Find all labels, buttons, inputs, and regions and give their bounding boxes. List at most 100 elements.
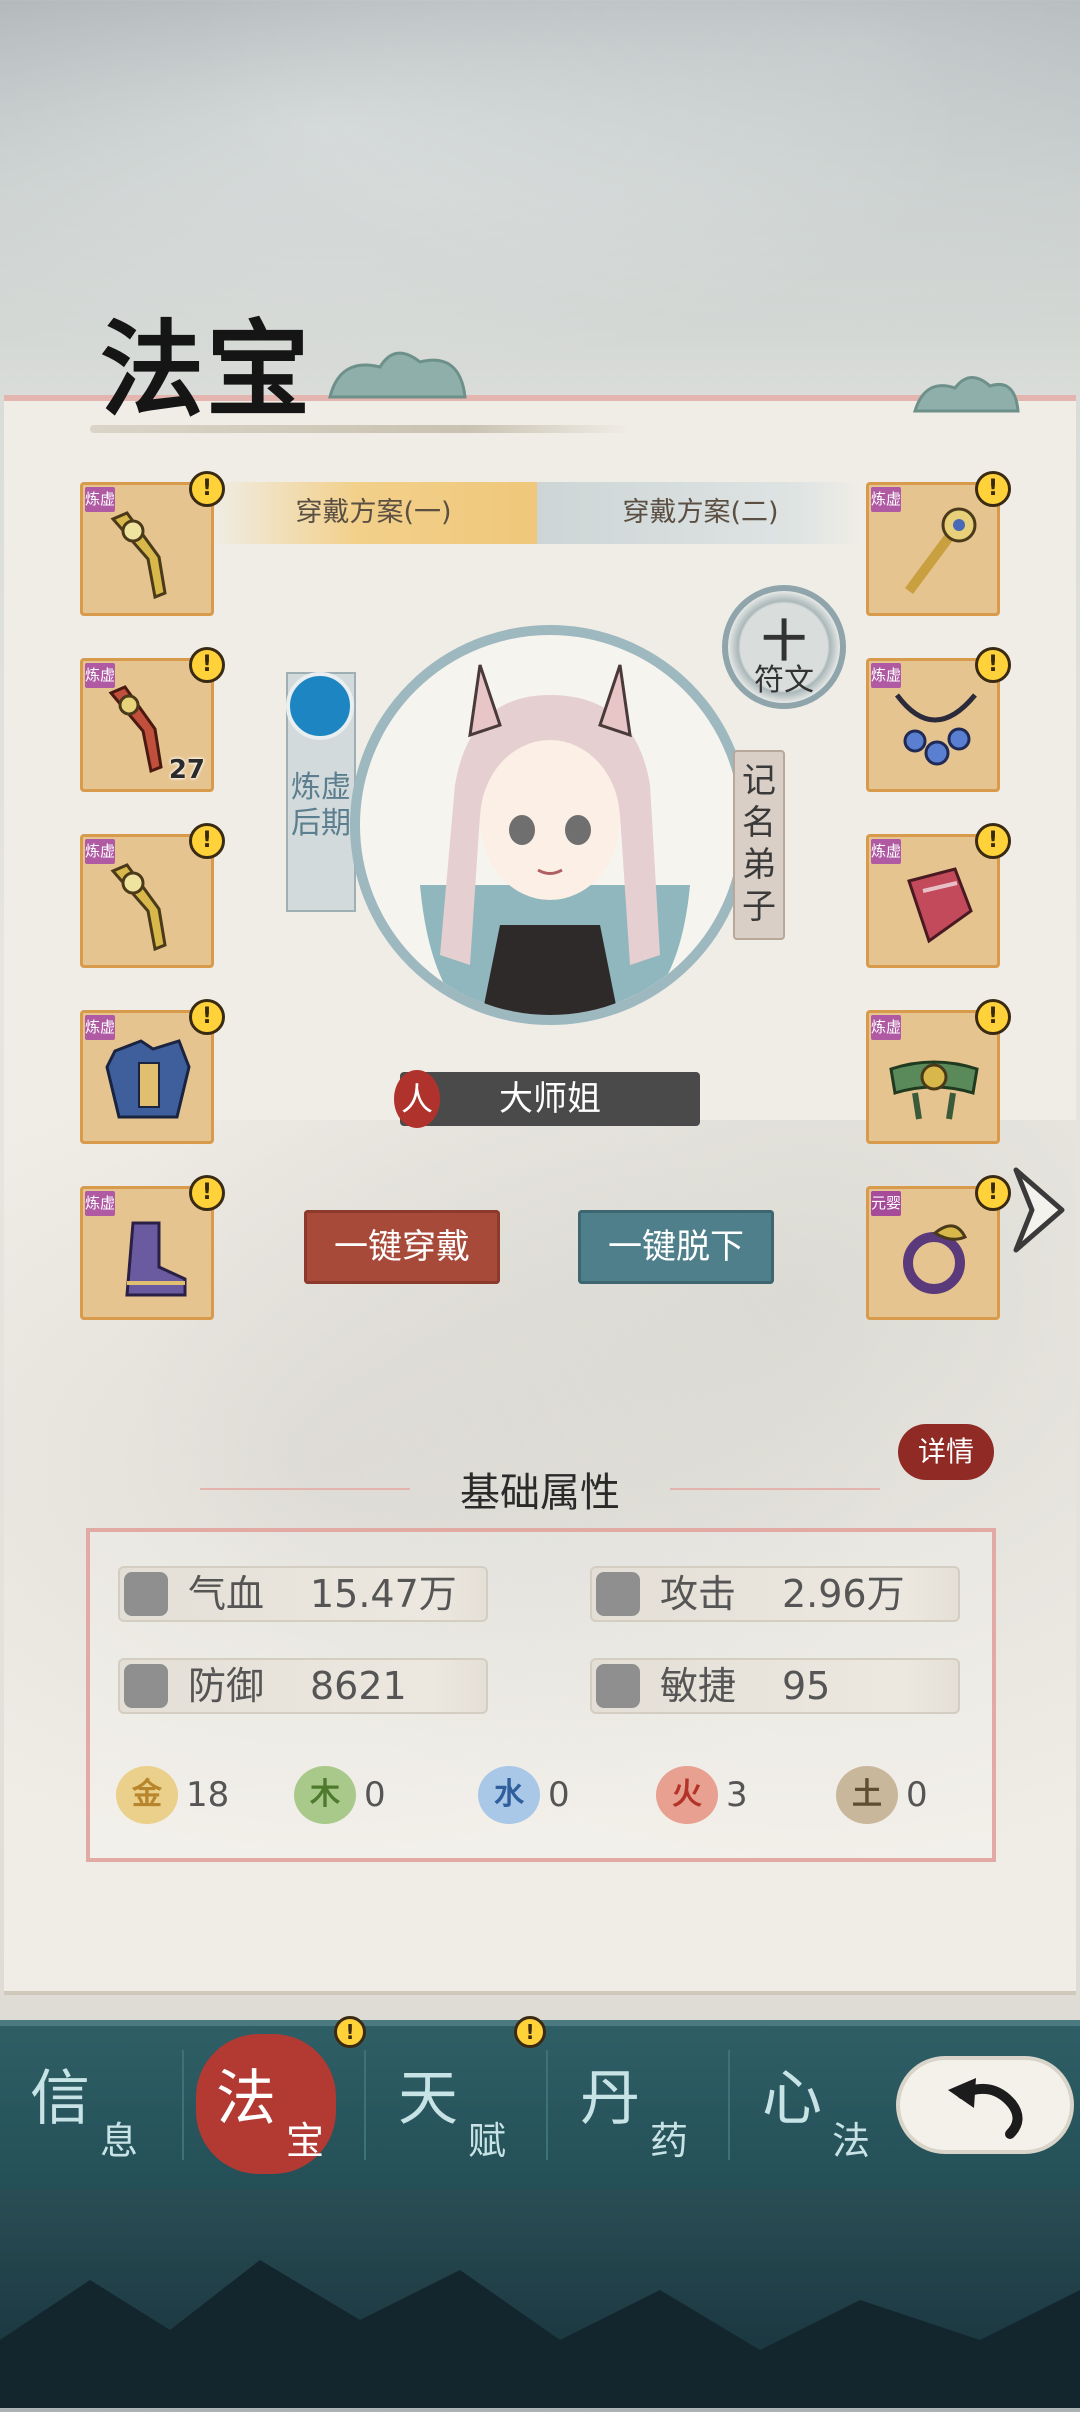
- stat-label: 攻击: [660, 1572, 737, 1616]
- wear-all-button[interactable]: 一键穿戴: [304, 1210, 500, 1284]
- stat-label: 气血: [188, 1572, 265, 1616]
- nav-label-big: 天: [398, 2064, 458, 2134]
- stat-attack: 攻击 2.96万: [590, 1566, 970, 1622]
- alert-icon: !: [189, 471, 225, 507]
- nav-divider: [364, 2050, 366, 2160]
- nav-label-small: 法: [832, 2119, 871, 2163]
- wind-icon: [596, 1664, 640, 1708]
- bracer-icon: [907, 867, 973, 944]
- character-portrait[interactable]: [350, 625, 750, 1025]
- stat-label: 敏捷: [660, 1664, 737, 1708]
- mountain-footer: [0, 2190, 1080, 2408]
- water-icon: 水: [478, 1766, 540, 1824]
- cloud-ornament-icon: [912, 376, 1020, 413]
- necklace-icon: [894, 693, 977, 766]
- equip-slot-necklace[interactable]: 炼虚 !: [866, 647, 1011, 792]
- alert-icon: !: [334, 2016, 366, 2048]
- stat-value: 8621: [310, 1664, 407, 1708]
- alert-icon: !: [189, 647, 225, 683]
- shield-icon: [124, 1664, 168, 1708]
- nav-info[interactable]: 信 息: [0, 2020, 180, 2190]
- equip-slot-staff[interactable]: 炼虚 !: [866, 471, 1011, 616]
- mountain-silhouette: [0, 2260, 1080, 2408]
- realm-label: 炼虚后期: [291, 770, 351, 841]
- alert-icon: !: [514, 2016, 546, 2048]
- stat-label: 防御: [188, 1664, 265, 1708]
- next-page-arrow-icon[interactable]: [1004, 1160, 1074, 1260]
- element-value: 18: [186, 1775, 230, 1815]
- take-off-all-button[interactable]: 一键脱下: [578, 1210, 774, 1284]
- swirl-icon: [286, 672, 354, 740]
- alert-icon: !: [189, 823, 225, 859]
- nav-label-small: 赋: [468, 2119, 507, 2163]
- stat-agility: 敏捷 95: [590, 1658, 970, 1714]
- earth-icon: 土: [836, 1766, 898, 1824]
- sword-icon: [110, 863, 167, 952]
- nav-label-big: 信: [30, 2064, 90, 2134]
- stat-value: 95: [782, 1664, 831, 1708]
- character-avatar: [420, 664, 690, 1015]
- title-underline: [90, 425, 630, 433]
- wood-icon: 木: [294, 1766, 356, 1824]
- stat-defense: 防御 8621: [118, 1658, 498, 1714]
- equip-slot-weapon-2[interactable]: 炼虚 27 !: [80, 647, 225, 792]
- element-value: 0: [548, 1775, 570, 1815]
- race-badge: 人: [394, 1070, 440, 1128]
- boots-icon: [125, 1221, 187, 1297]
- equip-slot-belt[interactable]: 炼虚 !: [866, 999, 1011, 1144]
- equip-slot-bracer[interactable]: 炼虚 !: [866, 823, 1011, 968]
- nav-divider: [728, 2050, 730, 2160]
- blood-drop-icon: [124, 1572, 168, 1616]
- back-button[interactable]: [900, 2060, 1070, 2150]
- nav-label-big: 心: [762, 2064, 822, 2134]
- ring-icon: [903, 1224, 968, 1294]
- character-name: 大师姐: [400, 1072, 700, 1126]
- stat-value: 2.96万: [782, 1572, 905, 1616]
- alert-icon: !: [975, 471, 1011, 507]
- alert-icon: !: [189, 1175, 225, 1211]
- nav-label-big: 法: [216, 2064, 276, 2134]
- fire-icon: 火: [656, 1766, 718, 1824]
- armor-icon: [105, 1039, 191, 1119]
- nav-treasure[interactable]: 法 宝: [186, 2020, 366, 2190]
- disciple-rank: 记名弟子: [742, 761, 776, 927]
- element-value: 3: [726, 1775, 748, 1815]
- alert-icon: !: [975, 823, 1011, 859]
- nav-label-small: 息: [100, 2119, 139, 2163]
- equip-slot-ring[interactable]: 元婴 !: [866, 1175, 1011, 1320]
- nav-label-small: 宝: [286, 2119, 325, 2163]
- nav-label-small: 药: [650, 2119, 689, 2163]
- belt-icon: [889, 1060, 979, 1120]
- alert-icon: !: [975, 999, 1011, 1035]
- stat-bar: [590, 1658, 960, 1714]
- tab-plan-1[interactable]: 穿戴方案(一): [210, 482, 537, 544]
- stat-bar: [118, 1658, 488, 1714]
- metal-icon: 金: [116, 1766, 178, 1824]
- nav-divider: [546, 2050, 548, 2160]
- staff-icon: [904, 507, 977, 594]
- element-value: 0: [906, 1775, 928, 1815]
- equip-slot-weapon-3[interactable]: 炼虚 !: [80, 823, 225, 968]
- page-title: 法宝: [100, 308, 313, 431]
- sword-icon: [110, 511, 167, 600]
- nav-pills[interactable]: 丹 药: [550, 2020, 730, 2190]
- rune-label: 符文: [754, 663, 814, 698]
- stat-hp: 气血 15.47万: [118, 1566, 498, 1622]
- nav-mind-method[interactable]: 心 法: [732, 2020, 912, 2190]
- nav-label-big: 丹: [580, 2064, 640, 2134]
- equip-slot-weapon-1[interactable]: 炼虚 !: [80, 471, 225, 616]
- alert-icon: !: [975, 647, 1011, 683]
- equip-slot-boots[interactable]: 炼虚 !: [80, 1175, 225, 1320]
- tab-plan-2[interactable]: 穿戴方案(二): [537, 482, 864, 544]
- return-arrow-icon: [948, 2078, 1023, 2139]
- item-count: 27: [168, 755, 205, 785]
- attack-icon: [596, 1572, 640, 1616]
- alert-icon: !: [189, 999, 225, 1035]
- stats-title: 基础属性: [460, 1470, 620, 1516]
- rune-button[interactable]: 十 符文: [722, 585, 846, 709]
- plan-tabs: 穿戴方案(一) 穿戴方案(二): [210, 482, 864, 544]
- element-value: 0: [364, 1775, 386, 1815]
- nav-divider: [182, 2050, 184, 2160]
- stat-value: 15.47万: [310, 1572, 457, 1616]
- equip-slot-armor[interactable]: 炼虚 !: [80, 999, 225, 1144]
